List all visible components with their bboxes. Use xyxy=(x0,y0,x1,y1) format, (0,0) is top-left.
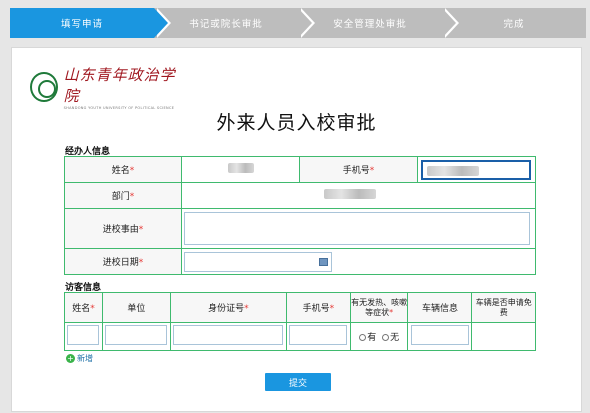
add-visitor-button[interactable]: + 新增 xyxy=(66,353,93,364)
col-header-name: 姓名* xyxy=(64,292,103,323)
vehicle-input[interactable] xyxy=(410,325,469,345)
university-logo: 山东青年政治学院 SHANDONG YOUTH UNIVERSITY OF PO… xyxy=(30,66,180,110)
visitor-phone-cell xyxy=(285,322,351,351)
reason-textarea[interactable] xyxy=(184,212,531,245)
form-card: 山东青年政治学院 SHANDONG YOUTH UNIVERSITY OF PO… xyxy=(11,47,582,412)
radio-circle-icon[interactable] xyxy=(359,334,367,341)
visitor-id-cell xyxy=(169,322,287,351)
radio-no[interactable]: 无 xyxy=(382,333,399,343)
step-fill-application: 填写申请 xyxy=(10,8,171,38)
radio-yes[interactable]: 有 xyxy=(359,333,376,343)
step-label: 书记或院长审批 xyxy=(189,19,263,30)
name-label-cell: 姓名* xyxy=(63,156,183,183)
reason-label-cell: 进校事由* xyxy=(63,208,183,249)
dept-label-cell: 部门* xyxy=(63,182,183,209)
redacted-name xyxy=(227,163,254,173)
col-header-phone: 手机号* xyxy=(285,292,351,323)
seal-icon xyxy=(30,72,58,102)
calendar-icon[interactable] xyxy=(319,257,329,266)
submit-button[interactable]: 提交 xyxy=(265,373,331,391)
step-secretary-approval: 书记或院长审批 xyxy=(154,8,315,38)
handler-table: 姓名* 手机号* 部门* 进校事由* 进校日期* xyxy=(63,156,537,275)
phone-input[interactable] xyxy=(421,159,532,180)
step-label: 填写申请 xyxy=(60,19,103,30)
radio-circle-icon[interactable] xyxy=(382,334,390,341)
date-input[interactable] xyxy=(184,251,333,272)
progress-steps: 填写申请 书记或院长审批 安全管理处审批 完成 xyxy=(10,8,586,38)
date-label-cell: 进校日期* xyxy=(63,248,183,275)
visitor-name-input[interactable] xyxy=(67,325,100,345)
page-title: 外来人员入校审批 xyxy=(216,112,377,134)
col-header-vehicle-free: 车辆是否申请免费 xyxy=(471,292,536,323)
name-value xyxy=(181,156,300,183)
visitor-unit-input[interactable] xyxy=(105,325,168,345)
col-header-symptoms: 有无发热、咳嗽等症状* xyxy=(349,292,409,323)
visitor-phone-input[interactable] xyxy=(289,325,348,345)
plus-icon: + xyxy=(66,354,75,363)
step-security-approval: 安全管理处审批 xyxy=(298,8,459,38)
vehicle-cell xyxy=(407,322,473,351)
symptoms-cell: 有 无 xyxy=(349,322,409,351)
col-header-unit: 单位 xyxy=(101,292,171,323)
visitor-id-input[interactable] xyxy=(173,325,284,345)
visitor-unit-cell xyxy=(101,322,171,351)
phone-value-cell xyxy=(416,156,537,183)
reason-value-cell xyxy=(181,208,536,249)
col-header-vehicle: 车辆信息 xyxy=(407,292,473,323)
step-complete: 完成 xyxy=(442,8,586,38)
col-header-id-number: 身份证号* xyxy=(169,292,287,323)
date-value-cell xyxy=(181,248,536,275)
logo-text-cn: 山东青年政治学院 xyxy=(63,66,176,105)
visitor-name-cell xyxy=(64,322,103,351)
redacted-dept xyxy=(324,189,377,199)
vehicle-free-cell xyxy=(471,322,536,351)
step-label: 安全管理处审批 xyxy=(333,19,407,30)
visitor-table: 姓名* 单位 身份证号* 手机号* 有无发热、咳嗽等症状* 车辆信息 车辆是否申… xyxy=(64,292,536,351)
phone-label-cell: 手机号* xyxy=(299,156,418,183)
dept-value xyxy=(181,182,536,209)
step-label: 完成 xyxy=(503,19,525,30)
redacted-phone xyxy=(427,165,480,176)
